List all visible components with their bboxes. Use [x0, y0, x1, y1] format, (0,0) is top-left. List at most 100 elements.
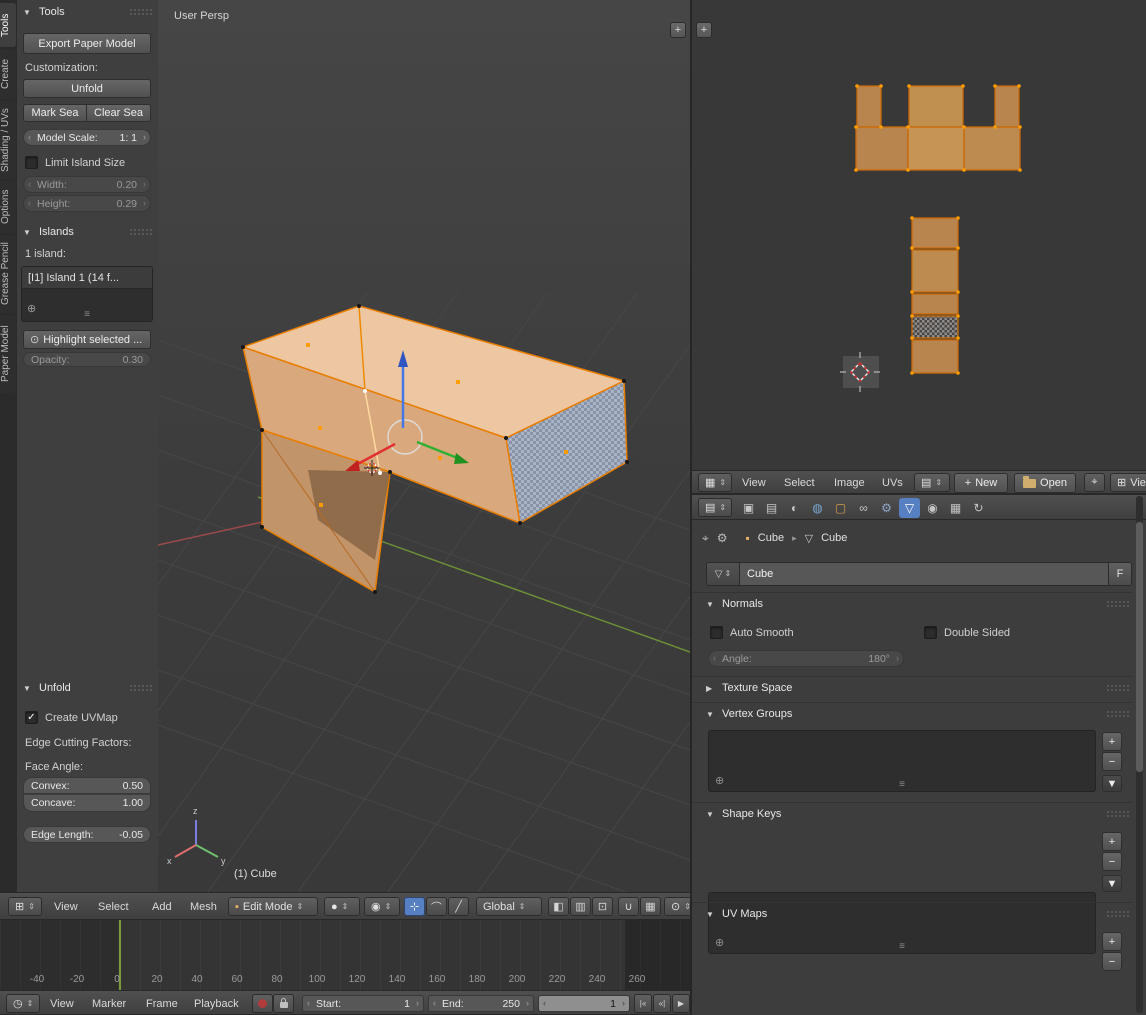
tab-options[interactable]: Options — [0, 181, 16, 233]
open-image-button[interactable]: Open — [1014, 473, 1076, 493]
chevron-left-icon[interactable]: ‹ — [433, 999, 436, 1008]
draw-mode-dropdown[interactable]: ● ⇕ — [324, 897, 360, 916]
tab-scene[interactable]: ◐ — [784, 498, 805, 518]
datablock-name-input[interactable]: Cube — [740, 563, 1108, 585]
start-frame-field[interactable]: ‹ Start: 1 › — [302, 995, 424, 1012]
timeline-menu-frame[interactable]: Frame — [140, 991, 184, 1015]
width-field[interactable]: ‹ Width: 0.20 › — [23, 176, 151, 193]
viewport-canvas[interactable]: z y x — [158, 0, 690, 892]
pivot-dropdown[interactable]: ◉ ⇕ — [364, 897, 400, 916]
panel-grip[interactable] — [129, 8, 153, 16]
add-item-icon[interactable]: ⊕ — [715, 774, 724, 787]
viewport-menu-add[interactable]: Add — [146, 893, 178, 921]
panel-grip[interactable] — [129, 228, 153, 236]
manipulator-translate-toggle[interactable]: ⊹ — [404, 897, 425, 916]
tools-panel-header[interactable]: ▼ Tools — [23, 6, 153, 18]
timeline-menu-playback[interactable]: Playback — [188, 991, 245, 1015]
editor-type-button[interactable]: ⊞ ⇕ — [8, 897, 42, 916]
fake-user-button[interactable]: F — [1108, 563, 1131, 585]
tab-object-data[interactable]: ▽ — [899, 498, 920, 518]
viewport-menu-view[interactable]: View — [48, 893, 84, 921]
snap-element-button[interactable]: ▦ — [640, 897, 661, 916]
uv-canvas[interactable] — [692, 0, 1146, 470]
tab-texture[interactable]: ▦ — [945, 498, 966, 518]
viewport-3d[interactable]: z y x User Persp (1) Cube + — [158, 0, 690, 892]
tab-render-layers[interactable]: ▤ — [761, 498, 782, 518]
convex-field[interactable]: Convex: 0.50 — [23, 777, 151, 794]
tab-tools[interactable]: Tools — [0, 3, 16, 47]
uv-map-remove-button[interactable]: − — [1102, 952, 1122, 971]
tab-modifiers[interactable]: ⚙ — [876, 498, 897, 518]
chevron-right-icon[interactable]: › — [896, 654, 899, 663]
tab-object[interactable]: ▢ — [830, 498, 851, 518]
unfold-button[interactable]: Unfold — [23, 79, 151, 98]
image-browse-dropdown[interactable]: ▤ ⇕ — [914, 473, 950, 492]
chevron-left-icon[interactable]: ‹ — [28, 180, 31, 189]
chevron-right-icon[interactable]: › — [622, 999, 625, 1008]
panel-grip[interactable] — [129, 684, 153, 692]
add-island-icon[interactable]: ⊕ — [27, 302, 36, 315]
layer-toggle-3[interactable]: ⊡ — [592, 897, 613, 916]
panel-grip[interactable] — [1106, 910, 1130, 918]
chevron-right-icon[interactable]: › — [526, 999, 529, 1008]
angle-field[interactable]: ‹ Angle: 180° › — [708, 650, 904, 667]
create-uvmap-checkbox[interactable]: ✓ — [25, 711, 38, 724]
tab-shading-uvs[interactable]: Shading / UVs — [0, 101, 16, 179]
pin-icon[interactable]: ⌖ — [702, 531, 709, 546]
uv-maps-panel-header[interactable]: ▼ UV Maps — [706, 908, 1130, 920]
tab-world[interactable]: ◍ — [807, 498, 828, 518]
pin-uv-button[interactable]: ⌖ — [1084, 473, 1105, 492]
unfold-panel-header[interactable]: ▼ Unfold — [23, 682, 153, 694]
uv-menu-image[interactable]: Image — [828, 471, 871, 494]
tab-physics[interactable]: ↻ — [968, 498, 989, 518]
chevron-right-icon[interactable]: › — [143, 180, 146, 189]
area-split-corner-right[interactable]: + — [696, 22, 712, 38]
edge-length-field[interactable]: Edge Length: -0.05 — [23, 826, 151, 843]
play-button[interactable]: ▶ — [672, 994, 690, 1013]
timeline-editor-type-button[interactable]: ◷ ⇕ — [6, 994, 40, 1013]
auto-smooth-checkbox[interactable] — [710, 626, 723, 639]
wrench-icon[interactable]: ⚙ — [717, 531, 728, 545]
add-item-icon[interactable]: ⊕ — [715, 936, 724, 949]
chevron-left-icon[interactable]: ‹ — [28, 199, 31, 208]
vertex-group-add-button[interactable]: + — [1102, 732, 1122, 751]
area-split-corner-left[interactable]: + — [670, 22, 686, 38]
snap-toggle[interactable]: ∪ — [618, 897, 639, 916]
next-editor-type-button[interactable]: ⊞ Vie — [1110, 473, 1146, 492]
list-resize-handle[interactable]: ≡ — [899, 780, 905, 790]
export-paper-model-button[interactable]: Export Paper Model — [23, 33, 151, 54]
limit-island-size-checkbox[interactable] — [25, 156, 38, 169]
datablock-browse-button[interactable]: ▽ ⇕ — [707, 563, 740, 585]
tab-constraints[interactable]: ∞ — [853, 498, 874, 518]
end-frame-field[interactable]: ‹ End: 250 › — [428, 995, 534, 1012]
tab-paper-model[interactable]: Paper Model — [0, 315, 16, 393]
chevron-left-icon[interactable]: ‹ — [713, 654, 716, 663]
layer-toggle-1[interactable]: ◧ — [548, 897, 569, 916]
orientation-dropdown[interactable]: Global ⇕ — [476, 897, 542, 916]
vertex-group-remove-button[interactable]: − — [1102, 752, 1122, 771]
mode-dropdown[interactable]: ▪ Edit Mode ⇕ — [228, 897, 318, 916]
uv-menu-view[interactable]: View — [736, 471, 772, 494]
viewport-menu-mesh[interactable]: Mesh — [184, 893, 223, 921]
lock-button[interactable] — [273, 994, 294, 1013]
breadcrumb-data[interactable]: Cube — [821, 532, 847, 544]
panel-grip[interactable] — [1106, 710, 1130, 718]
breadcrumb-object[interactable]: Cube — [758, 532, 784, 544]
chevron-left-icon[interactable]: ‹ — [543, 999, 546, 1008]
uv-menu-select[interactable]: Select — [778, 471, 821, 494]
jump-to-start-button[interactable]: |« — [634, 994, 652, 1013]
tab-render[interactable]: ▣ — [738, 498, 759, 518]
viewport-menu-select[interactable]: Select — [92, 893, 135, 921]
current-frame-field[interactable]: ‹ 1 › — [538, 995, 630, 1012]
list-resize-handle[interactable]: ≡ — [84, 310, 90, 320]
uv-map-add-button[interactable]: + — [1102, 932, 1122, 951]
height-field[interactable]: ‹ Height: 0.29 › — [23, 195, 151, 212]
uv-menu-uvs[interactable]: UVs — [876, 471, 909, 494]
panel-grip[interactable] — [1106, 810, 1130, 818]
shape-key-specials-button[interactable]: ▼ — [1102, 875, 1122, 892]
uv-editor-type-button[interactable]: ▦ ⇕ — [698, 473, 732, 492]
vertex-group-specials-button[interactable]: ▼ — [1102, 775, 1122, 792]
record-button[interactable] — [252, 994, 273, 1013]
shape-key-remove-button[interactable]: − — [1102, 852, 1122, 871]
model-scale-field[interactable]: ‹ Model Scale: 1: 1 › — [23, 129, 151, 146]
